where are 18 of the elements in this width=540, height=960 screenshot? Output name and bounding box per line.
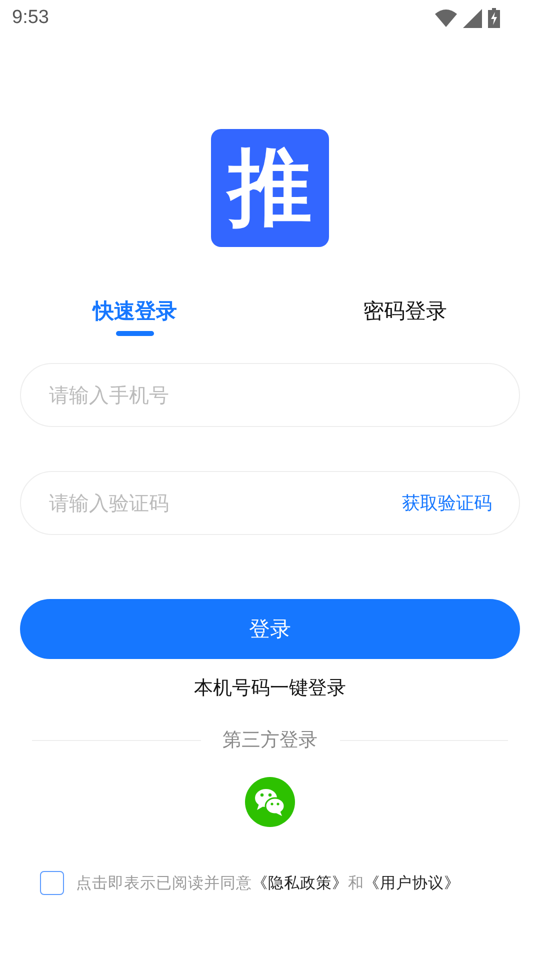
get-code-link[interactable]: 获取验证码 — [402, 491, 492, 515]
policy-link[interactable]: 《用户协议》 — [364, 874, 460, 892]
login-button[interactable]: 登录 — [20, 599, 520, 659]
status-time: 9:53 — [12, 7, 49, 29]
wifi-icon — [435, 9, 457, 27]
one-click-login-link[interactable]: 本机号码一键登录 — [194, 675, 346, 701]
login-tab[interactable]: 快速登录 — [0, 293, 270, 351]
signal-icon — [463, 8, 482, 28]
policy-link[interactable]: 《隐私政策》 — [252, 874, 348, 892]
third-party-label: 第三方登录 — [222, 728, 318, 753]
agreement-text: 点击即表示已阅读并同意《隐私政策》和《用户协议》 — [76, 872, 460, 894]
input-field[interactable]: 请输入手机号 — [20, 363, 520, 427]
tab-indicator — [116, 331, 154, 336]
battery-icon — [488, 8, 500, 28]
agree-checkbox[interactable] — [40, 871, 64, 895]
app-logo: 推 — [211, 129, 329, 247]
chat-bubbles-icon[interactable] — [245, 777, 295, 827]
login-tab[interactable]: 密码登录 — [270, 293, 540, 351]
